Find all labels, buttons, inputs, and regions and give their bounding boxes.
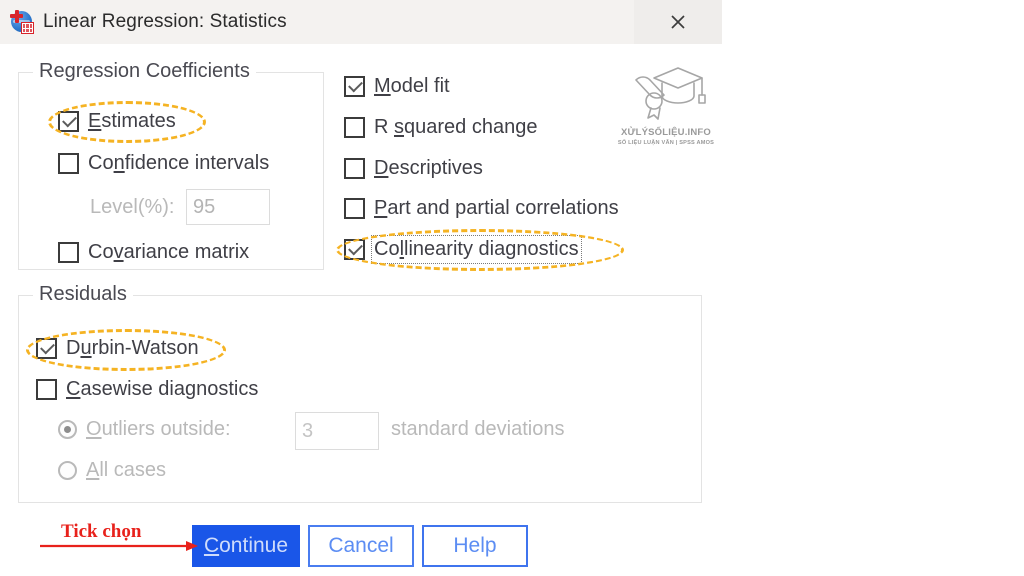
outliers-value-input[interactable]: 3 bbox=[295, 412, 379, 450]
standard-deviations-label: standard deviations bbox=[391, 418, 565, 440]
checkbox-model-fit[interactable]: Model fit bbox=[344, 75, 450, 98]
checkbox-confidence-intervals-box[interactable] bbox=[58, 153, 79, 174]
help-button[interactable]: Help bbox=[422, 525, 528, 567]
checkbox-descriptives-box[interactable] bbox=[344, 158, 365, 179]
cancel-button[interactable]: Cancel bbox=[308, 525, 414, 567]
checkbox-part-and-partial-correlations-label: Part and partial correlations bbox=[374, 197, 619, 219]
regression-coefficients-group-title: Regression Coefficients bbox=[33, 60, 256, 83]
checkbox-collinearity-diagnostics[interactable]: Collinearity diagnostics bbox=[344, 235, 582, 264]
close-button[interactable] bbox=[634, 0, 722, 44]
radio-all-cases-label: All cases bbox=[86, 459, 167, 481]
close-icon bbox=[671, 15, 685, 29]
spss-statistics-icon bbox=[8, 9, 34, 35]
checkbox-durbin-watson-label: Durbin-Watson bbox=[66, 337, 199, 359]
radio-all-cases-box[interactable] bbox=[58, 461, 77, 480]
checkbox-part-and-partial-correlations[interactable]: Part and partial correlations bbox=[344, 197, 619, 220]
checkbox-model-fit-box[interactable] bbox=[344, 76, 365, 97]
checkbox-collinearity-diagnostics-label: Collinearity diagnostics bbox=[371, 235, 582, 264]
title-bar: Linear Regression: Statistics bbox=[0, 0, 722, 44]
cancel-button-label: Cancel bbox=[328, 534, 394, 557]
checkbox-covariance-matrix-label: Covariance matrix bbox=[88, 241, 250, 263]
checkbox-casewise-diagnostics-label: Casewise diagnostics bbox=[66, 378, 259, 400]
checkbox-r-squared-change-box[interactable] bbox=[344, 117, 365, 138]
linear-regression-statistics-dialog: Linear Regression: Statistics Regression… bbox=[0, 0, 722, 576]
level-percent-label: Level(%): bbox=[90, 196, 175, 218]
checkbox-confidence-intervals-label: Confidence intervals bbox=[88, 152, 270, 174]
checkbox-durbin-watson-box[interactable] bbox=[36, 338, 57, 359]
annotation-label: Tick chọn bbox=[61, 521, 142, 542]
radio-all-cases[interactable]: All cases bbox=[58, 459, 166, 482]
checkbox-r-squared-change[interactable]: R squared change bbox=[344, 116, 537, 139]
checkbox-model-fit-label: Model fit bbox=[374, 75, 450, 97]
continue-button[interactable]: Continue bbox=[192, 525, 300, 567]
checkbox-casewise-diagnostics-box[interactable] bbox=[36, 379, 57, 400]
watermark-subtitle: SỐ LIỆU LUẬN VĂN | SPSS AMOS bbox=[617, 140, 715, 146]
window-title: Linear Regression: Statistics bbox=[43, 11, 287, 32]
help-button-label: Help bbox=[453, 534, 497, 557]
checkbox-descriptives-label: Descriptives bbox=[374, 157, 483, 179]
checkbox-covariance-matrix[interactable]: Covariance matrix bbox=[58, 241, 249, 264]
checkbox-descriptives[interactable]: Descriptives bbox=[344, 157, 483, 180]
checkbox-casewise-diagnostics[interactable]: Casewise diagnostics bbox=[36, 378, 258, 401]
watermark-title: XỬLÝSỐLIỆU.INFO bbox=[620, 127, 712, 138]
checkbox-estimates-label: Estimates bbox=[88, 110, 176, 132]
watermark: XỬLÝSỐLIỆU.INFO SỐ LIỆU LUẬN VĂN | SPSS … bbox=[604, 62, 728, 146]
checkbox-covariance-matrix-box[interactable] bbox=[58, 242, 79, 263]
radio-outliers-outside-box[interactable] bbox=[58, 420, 77, 439]
checkbox-estimates-box[interactable] bbox=[58, 111, 79, 132]
radio-outliers-outside[interactable]: Outliers outside: bbox=[58, 418, 231, 441]
residuals-group-title: Residuals bbox=[33, 283, 133, 306]
level-percent-input[interactable]: 95 bbox=[186, 189, 270, 225]
continue-button-label: Continue bbox=[203, 534, 289, 557]
checkbox-confidence-intervals[interactable]: Confidence intervals bbox=[58, 152, 269, 175]
graduation-cap-diploma-icon bbox=[635, 67, 706, 120]
checkbox-part-and-partial-correlations-box[interactable] bbox=[344, 198, 365, 219]
checkbox-estimates[interactable]: Estimates bbox=[58, 110, 176, 133]
checkbox-durbin-watson[interactable]: Durbin-Watson bbox=[36, 337, 199, 360]
checkbox-r-squared-change-label: R squared change bbox=[374, 116, 538, 138]
radio-outliers-outside-label: Outliers outside: bbox=[86, 418, 231, 440]
checkbox-collinearity-diagnostics-box[interactable] bbox=[344, 239, 365, 260]
